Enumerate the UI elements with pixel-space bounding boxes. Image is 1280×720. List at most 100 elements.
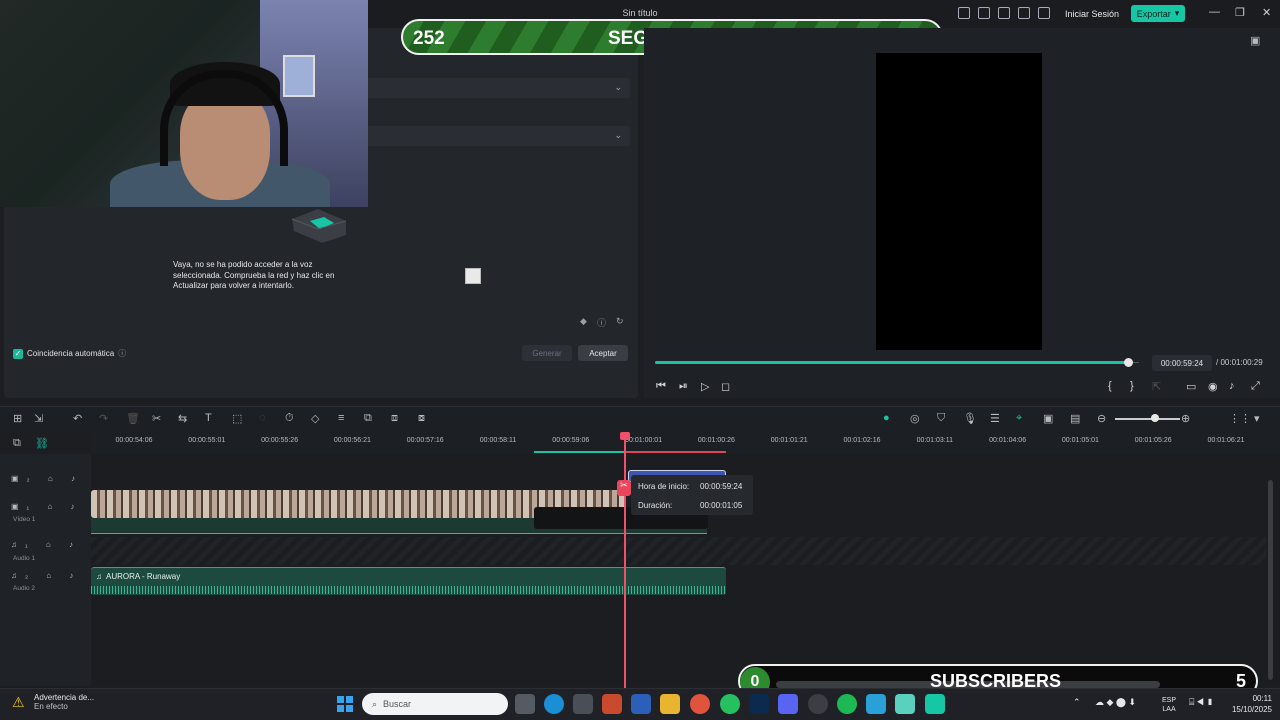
snap-icon[interactable]: ⌖ — [1016, 412, 1022, 425]
network-volume-icon[interactable]: ⌸ ◀ ▮ — [1189, 697, 1213, 708]
auto-match-label: Coincidencia automática — [27, 349, 115, 358]
ruler-tick: 00:01:01:21 — [770, 437, 808, 444]
speed-icon[interactable]: ⏱ — [285, 412, 294, 425]
tray-apps-icon[interactable]: ☁ ◆ ⬤ ⬇ — [1095, 697, 1136, 708]
ai-icon[interactable]: ◆ — [580, 316, 587, 327]
zoom-slider[interactable] — [1115, 418, 1180, 420]
link-icon[interactable]: ⛓ — [35, 437, 49, 450]
play-frame-icon[interactable]: ⏯ — [679, 380, 688, 393]
taskbar-clock[interactable]: 00:11 15/10/2025 — [1222, 693, 1272, 715]
maximize-icon[interactable]: ❐ — [1235, 6, 1245, 19]
save-icon[interactable] — [978, 7, 990, 19]
insert-icon[interactable]: ⇱ — [1152, 380, 1161, 393]
undo-icon[interactable]: ↶ — [73, 412, 82, 425]
layout-icon[interactable] — [958, 7, 970, 19]
stop-icon[interactable]: ◻ — [721, 380, 730, 393]
task-view-icon[interactable] — [515, 694, 535, 714]
audio1-track[interactable] — [91, 537, 1266, 565]
effects-icon[interactable]: ⧈ — [391, 412, 398, 425]
color-icon[interactable]: ◌ — [259, 412, 266, 424]
auto-match-option[interactable]: ✓ Coincidencia automática ⓘ — [13, 348, 126, 359]
zoom-in-icon[interactable]: ⊕ — [1181, 412, 1190, 425]
windows-start-icon[interactable] — [337, 696, 353, 712]
volume-icon[interactable]: ♪ — [1229, 380, 1235, 392]
mark-out-icon[interactable]: } — [1130, 380, 1134, 392]
scissors-icon[interactable]: ✂ — [617, 480, 631, 496]
text-icon[interactable]: T — [205, 412, 212, 424]
obs-icon[interactable] — [808, 694, 828, 714]
close-icon[interactable]: ✕ — [1262, 6, 1271, 19]
voice-dropdown[interactable]: ⌄ — [364, 78, 630, 98]
fullscreen-icon[interactable]: ⤢ — [1251, 380, 1260, 393]
image-icon[interactable]: ▣ — [1250, 34, 1260, 47]
refresh-icon[interactable]: ↻ — [616, 316, 624, 327]
discord-icon[interactable] — [778, 694, 798, 714]
timeline-scrollbar[interactable] — [1268, 480, 1273, 680]
notes-icon[interactable] — [895, 694, 915, 714]
auto-icon[interactable]: ◎ — [910, 412, 920, 425]
taskbar-search[interactable]: ⌕ Buscar — [362, 693, 508, 715]
warning-notification[interactable]: ⚠ Advertencia de... En efecto — [12, 693, 94, 711]
playhead[interactable] — [624, 436, 626, 688]
minimize-icon[interactable]: — — [1209, 6, 1220, 18]
transition-icon[interactable]: ⧉ — [364, 412, 372, 425]
audio1-controls[interactable]: ♫₁ ⌂ ♪ — [11, 540, 81, 549]
spotify-icon[interactable] — [837, 694, 857, 714]
delete-icon[interactable]: 🗑 — [126, 412, 140, 425]
zoom-out-icon[interactable]: ⊖ — [1097, 412, 1106, 425]
video-canvas — [876, 53, 1042, 350]
prev-frame-icon[interactable]: ⏮ — [656, 380, 666, 393]
crop-icon[interactable]: ⬚ — [232, 412, 242, 425]
help-icon[interactable]: ⓘ — [597, 316, 606, 329]
photoshop-icon[interactable] — [749, 694, 769, 714]
style-dropdown[interactable]: ⌄ — [364, 126, 630, 146]
accept-button[interactable]: Aceptar — [578, 345, 628, 361]
render-icon[interactable]: ● — [883, 412, 890, 424]
explorer-icon[interactable] — [660, 694, 680, 714]
filmora-icon[interactable] — [925, 694, 945, 714]
info-icon[interactable]: ⓘ — [118, 348, 126, 359]
checkbox-icon[interactable]: ✓ — [13, 348, 23, 359]
pip-icon[interactable]: ▣ — [1043, 412, 1053, 425]
select-tool-icon[interactable]: ⇲ — [34, 412, 43, 425]
clock-time: 00:11 — [1252, 694, 1272, 703]
more-options-icon[interactable]: ⋮⋮ ▾ — [1229, 412, 1260, 425]
layout-grid-icon[interactable]: ⊞ — [13, 412, 22, 425]
snapshot-icon[interactable]: ◉ — [1208, 380, 1218, 393]
tracks-icon[interactable]: ☰ — [990, 412, 1000, 425]
generate-button[interactable]: Generar — [522, 345, 572, 361]
display-icon[interactable]: ▭ — [1186, 380, 1196, 393]
telegram-icon[interactable] — [866, 694, 886, 714]
keyframe-icon[interactable]: ◇ — [311, 412, 319, 425]
chrome-icon[interactable] — [690, 694, 710, 714]
redo-icon[interactable]: ↷ — [99, 412, 108, 425]
preview-progress[interactable] — [655, 361, 1127, 364]
language-top: ESP — [1162, 697, 1177, 704]
export-button[interactable]: Exportar ▾ — [1131, 5, 1185, 22]
cloud-icon[interactable] — [998, 7, 1010, 19]
audio-split-icon[interactable]: ⇆ — [178, 412, 187, 425]
preview-progress-handle[interactable] — [1124, 358, 1133, 367]
zoom-slider-handle[interactable] — [1151, 414, 1159, 422]
cut-icon[interactable]: ✂ — [152, 412, 161, 425]
adjust-icon[interactable]: ≡ — [338, 412, 344, 424]
current-timecode[interactable]: 00:00:59:24 — [1152, 355, 1212, 371]
store-icon[interactable] — [573, 694, 593, 714]
edge-icon[interactable] — [544, 694, 564, 714]
group-icon[interactable]: ⧇ — [418, 412, 425, 425]
login-button[interactable]: Iniciar Sesión — [1064, 6, 1120, 22]
apps-icon[interactable] — [1038, 7, 1050, 19]
powerpoint-icon[interactable] — [602, 694, 622, 714]
word-icon[interactable] — [631, 694, 651, 714]
mark-in-icon[interactable]: { — [1108, 380, 1112, 392]
add-track-icon[interactable]: ⧉ — [13, 437, 21, 450]
shield-icon[interactable]: ⛉ — [937, 412, 945, 425]
language-indicator[interactable]: ESP LAA — [1162, 696, 1176, 714]
audio2-controls[interactable]: ♫₂ ⌂ ♪ — [11, 571, 81, 580]
play-icon[interactable]: ▷ — [701, 380, 709, 393]
download-icon[interactable] — [1018, 7, 1030, 19]
microphone-icon[interactable]: 🎙 — [963, 412, 977, 425]
chevron-up-icon[interactable]: ⌃ — [1073, 697, 1081, 708]
whatsapp-icon[interactable] — [720, 694, 740, 714]
subtitle-icon[interactable]: ▤ — [1070, 412, 1080, 425]
